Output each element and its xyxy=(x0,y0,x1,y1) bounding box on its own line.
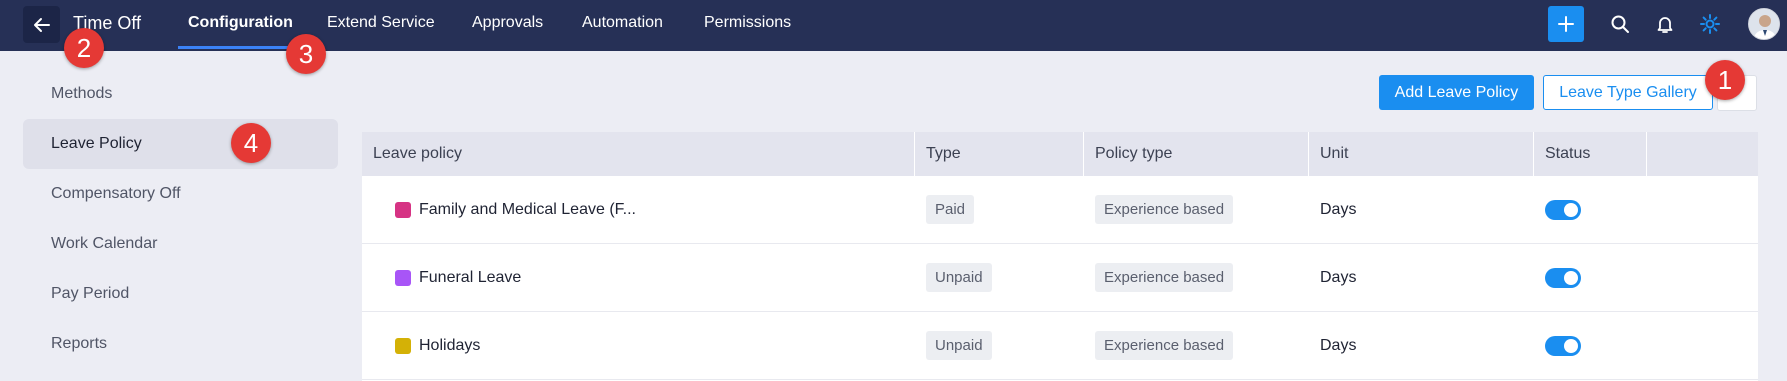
policy-name[interactable]: Holidays xyxy=(419,337,480,355)
policy-type-tag: Experience based xyxy=(1095,331,1234,360)
tab-configuration[interactable]: Configuration xyxy=(188,14,293,32)
policy-color-swatch xyxy=(395,337,411,354)
policy-name[interactable]: Family and Medical Leave (F... xyxy=(419,201,636,219)
status-toggle[interactable] xyxy=(1545,335,1581,356)
sidebar-item-methods[interactable]: Methods xyxy=(23,69,338,119)
policy-type-tag: Experience based xyxy=(1095,263,1234,292)
bell-icon xyxy=(1657,17,1673,33)
annotation-marker-2: 2 xyxy=(64,28,104,68)
leave-type-gallery-button[interactable]: Leave Type Gallery xyxy=(1543,75,1713,110)
status-cell xyxy=(1545,244,1581,311)
add-leave-policy-button[interactable]: Add Leave Policy xyxy=(1379,75,1534,110)
column-header-leave-policy: Leave policy xyxy=(362,132,915,176)
type-tag: Paid xyxy=(926,195,975,224)
type-tag: Unpaid xyxy=(926,331,992,360)
tab-approvals[interactable]: Approvals xyxy=(472,14,543,32)
top-bar: Time Off Configuration Extend Service Ap… xyxy=(0,0,1787,51)
search-icon xyxy=(1611,15,1629,33)
policy-type-cell: Experience based xyxy=(1095,312,1234,379)
tab-automation[interactable]: Automation xyxy=(582,14,663,32)
policy-name-cell[interactable]: Family and Medical Leave (F... xyxy=(395,176,636,243)
unit-cell: Days xyxy=(1320,200,1357,218)
sidebar-item-pay-period[interactable]: Pay Period xyxy=(23,269,338,319)
policy-name-cell[interactable]: Funeral Leave xyxy=(395,244,521,311)
policy-type-cell: Experience based xyxy=(1095,176,1234,243)
leave-policy-table: Leave policy Type Policy type Unit Statu… xyxy=(362,132,1758,381)
search-button[interactable] xyxy=(1608,12,1632,36)
table-row[interactable]: Family and Medical Leave (F... Paid Expe… xyxy=(362,176,1758,244)
column-header-actions xyxy=(1647,132,1758,176)
type-cell: Paid xyxy=(926,176,975,243)
policy-color-swatch xyxy=(395,201,411,218)
policy-type-cell: Experience based xyxy=(1095,244,1234,311)
sidebar-item-reports[interactable]: Reports xyxy=(23,319,338,369)
avatar[interactable] xyxy=(1748,8,1780,40)
column-header-policy-type: Policy type xyxy=(1084,132,1309,176)
unit-cell: Days xyxy=(1320,268,1357,286)
status-cell xyxy=(1545,312,1581,379)
status-toggle[interactable] xyxy=(1545,199,1581,220)
plus-icon xyxy=(1558,16,1574,32)
type-cell: Unpaid xyxy=(926,312,992,379)
annotation-marker-1: 1 xyxy=(1705,60,1745,100)
table-header: Leave policy Type Policy type Unit Statu… xyxy=(362,132,1758,176)
status-cell xyxy=(1545,176,1581,243)
policy-color-swatch xyxy=(395,269,411,286)
add-button[interactable] xyxy=(1548,6,1584,42)
sidebar-item-leave-policy[interactable]: Leave Policy xyxy=(23,119,338,169)
column-header-type: Type xyxy=(915,132,1084,176)
column-header-unit: Unit xyxy=(1309,132,1534,176)
unit-cell: Days xyxy=(1320,336,1357,354)
annotation-marker-3: 3 xyxy=(286,34,326,74)
column-header-status: Status xyxy=(1534,132,1647,176)
tab-extend-service[interactable]: Extend Service xyxy=(327,14,435,32)
annotation-marker-4: 4 xyxy=(231,123,271,163)
table-row[interactable]: Funeral Leave Unpaid Experience based Da… xyxy=(362,244,1758,312)
back-button[interactable] xyxy=(23,6,60,43)
sidebar-item-compensatory-off[interactable]: Compensatory Off xyxy=(23,169,338,219)
back-arrow-icon xyxy=(33,17,50,32)
gear-icon xyxy=(1700,14,1720,34)
tab-permissions[interactable]: Permissions xyxy=(704,14,791,32)
status-toggle[interactable] xyxy=(1545,267,1581,288)
settings-button[interactable] xyxy=(1698,12,1722,36)
active-tab-indicator xyxy=(178,46,288,49)
notifications-button[interactable] xyxy=(1653,12,1677,36)
policy-type-tag: Experience based xyxy=(1095,195,1234,224)
type-tag: Unpaid xyxy=(926,263,992,292)
policy-name[interactable]: Funeral Leave xyxy=(419,269,521,287)
table-row[interactable]: Holidays Unpaid Experience based Days xyxy=(362,312,1758,380)
policy-name-cell[interactable]: Holidays xyxy=(395,312,480,379)
sidebar-item-work-calendar[interactable]: Work Calendar xyxy=(23,219,338,269)
type-cell: Unpaid xyxy=(926,244,992,311)
user-avatar-icon xyxy=(1749,9,1779,39)
